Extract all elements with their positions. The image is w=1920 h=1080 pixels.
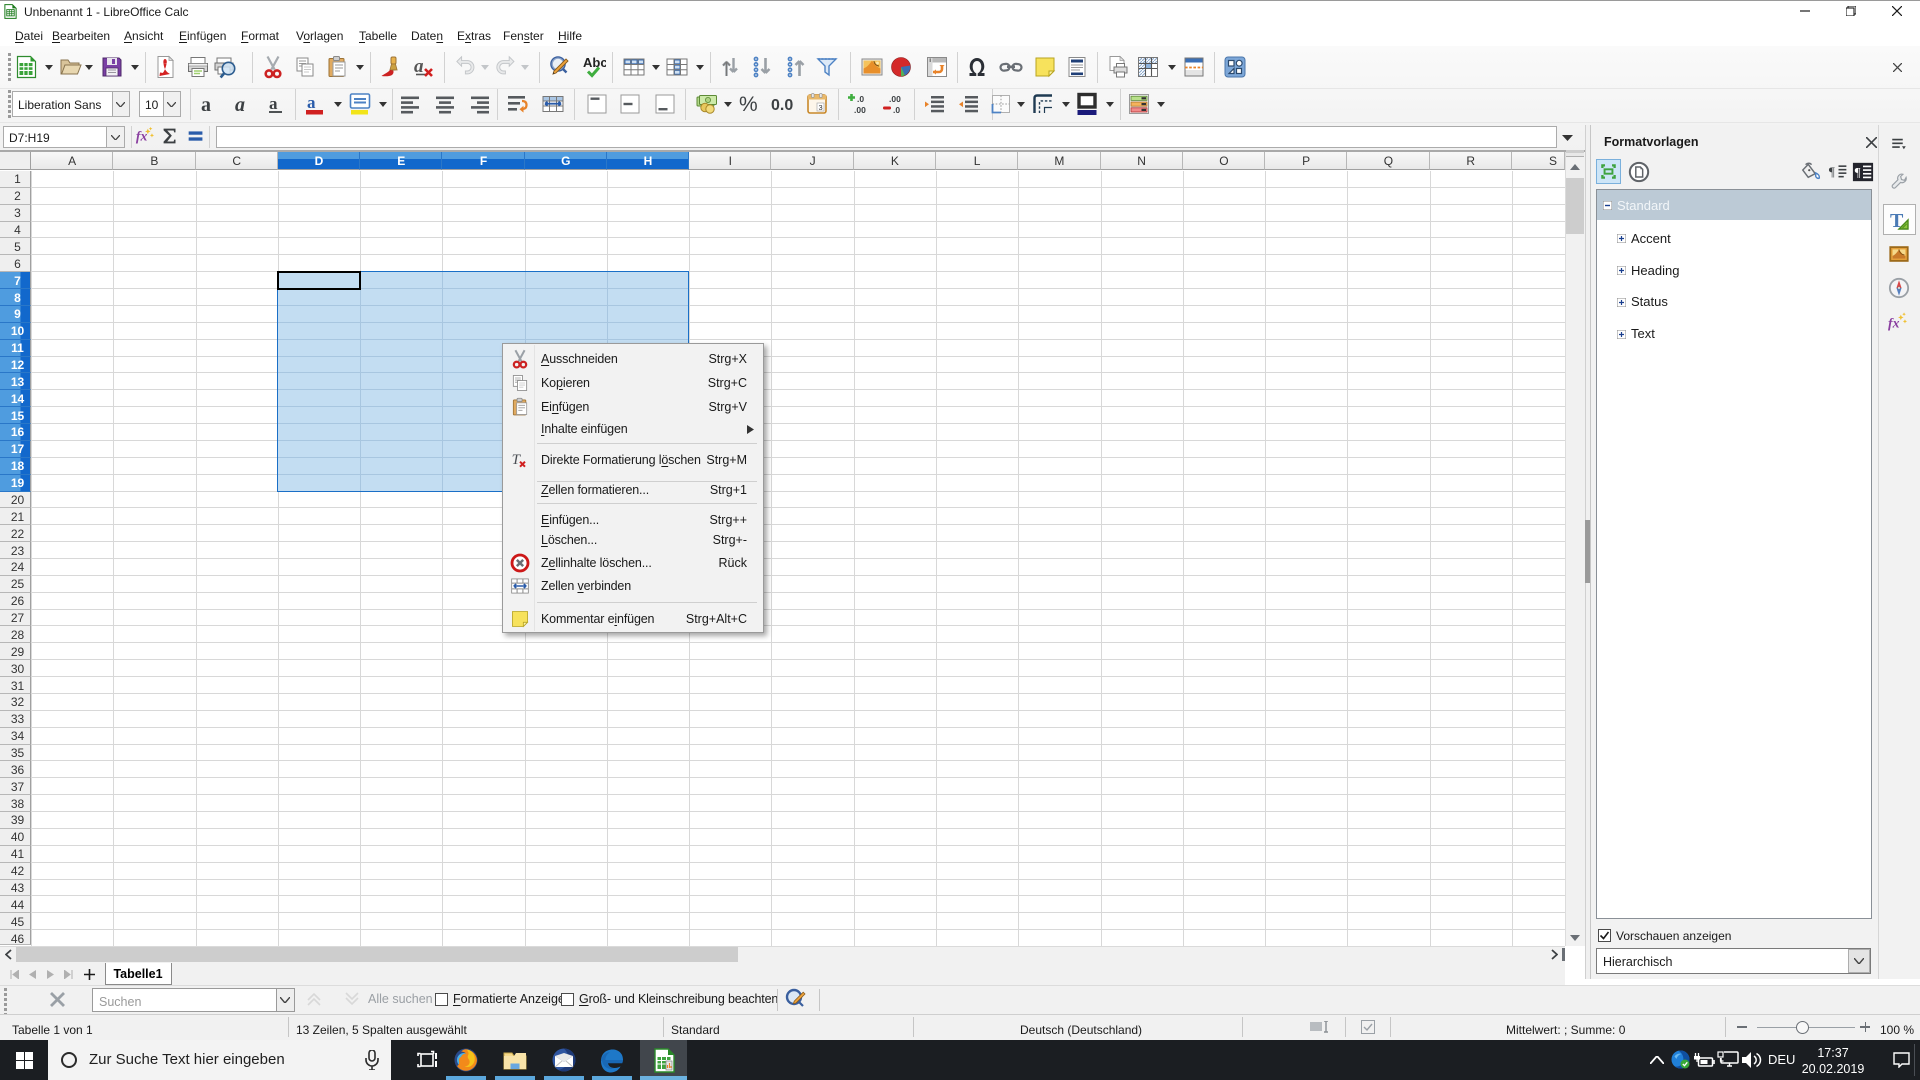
svg-text:fx: fx bbox=[1888, 316, 1900, 331]
svg-text:.00: .00 bbox=[889, 94, 901, 104]
svg-text:.0: .0 bbox=[893, 105, 900, 115]
svg-text:a: a bbox=[307, 93, 316, 112]
svg-text:3: 3 bbox=[819, 103, 823, 112]
svg-text:a: a bbox=[201, 94, 211, 116]
svg-text:.00: .00 bbox=[854, 105, 866, 115]
svg-text:Abc: Abc bbox=[583, 55, 606, 70]
svg-text:a: a bbox=[269, 94, 278, 113]
svg-text:%: % bbox=[739, 93, 758, 116]
svg-text:¶: ¶ bbox=[1855, 165, 1861, 179]
svg-text:¶: ¶ bbox=[1828, 164, 1834, 179]
svg-text:0.0: 0.0 bbox=[771, 97, 793, 114]
svg-text:a: a bbox=[235, 94, 245, 116]
svg-text:.0: .0 bbox=[857, 94, 864, 104]
svg-text:fx: fx bbox=[136, 129, 148, 144]
